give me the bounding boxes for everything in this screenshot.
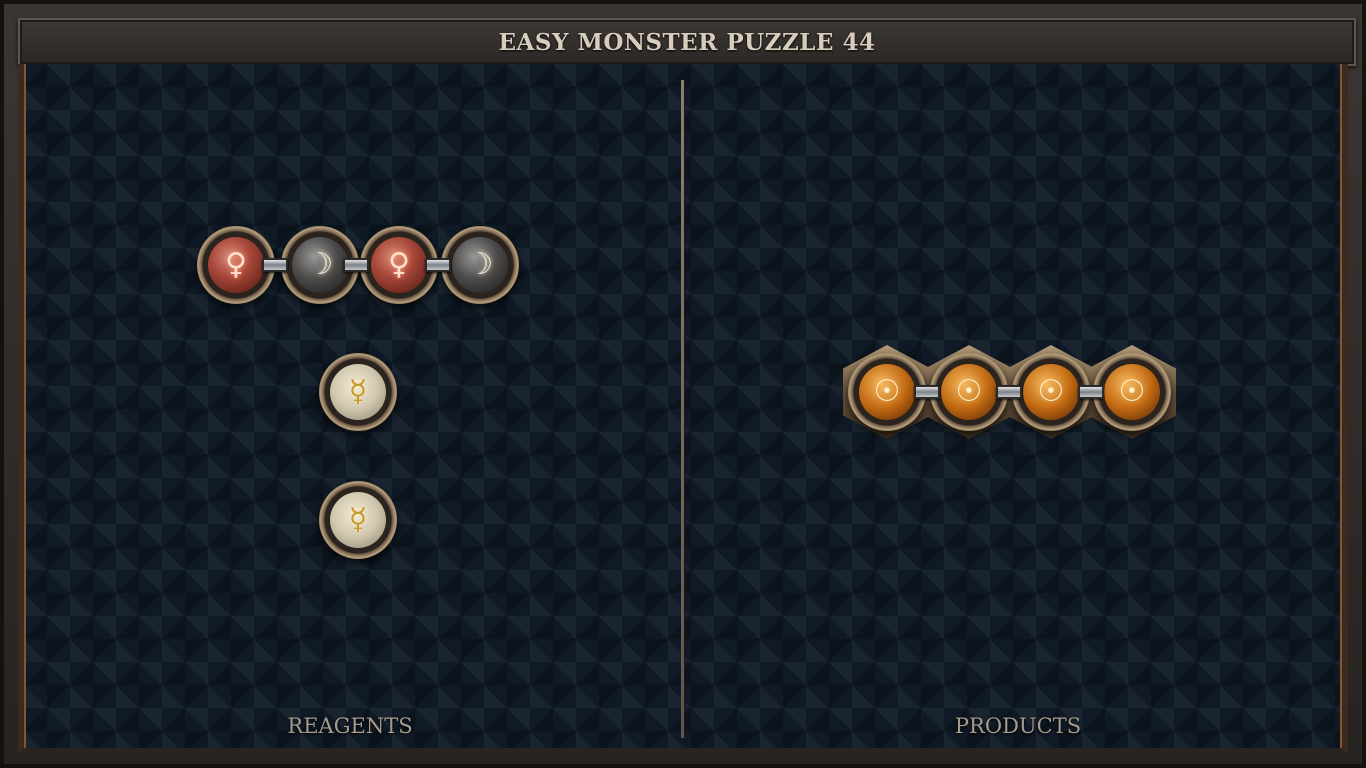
reagent-atom[interactable]: ☿ (319, 481, 397, 559)
quicksilver-icon: ☿ (330, 492, 386, 548)
gold-icon: ☉ (1104, 364, 1160, 420)
silver-icon: ☽ (292, 237, 348, 293)
silver-icon: ☽ (452, 237, 508, 293)
puzzle-title: EASY MONSTER PUZZLE 44 (498, 28, 876, 56)
title-bar: EASY MONSTER PUZZLE 44 (18, 18, 1356, 66)
gold-icon: ☉ (941, 364, 997, 420)
section-divider (681, 80, 684, 738)
bond (914, 385, 940, 399)
reagent-atom[interactable]: ☽ (441, 226, 519, 304)
quicksilver-icon: ☿ (330, 364, 386, 420)
bond (1078, 385, 1104, 399)
bond (425, 258, 451, 272)
bond (262, 258, 288, 272)
bond (996, 385, 1022, 399)
copper-icon: ♀ (371, 237, 427, 293)
gold-icon: ☉ (859, 364, 915, 420)
bond (343, 258, 369, 272)
reagent-atom[interactable]: ☿ (319, 353, 397, 431)
gold-icon: ☉ (1023, 364, 1079, 420)
product-atom[interactable]: ☉ (1093, 353, 1171, 431)
copper-icon: ♀ (208, 237, 264, 293)
products-label: PRODUCTS (954, 714, 1082, 738)
reagents-label: REAGENTS (287, 714, 413, 738)
